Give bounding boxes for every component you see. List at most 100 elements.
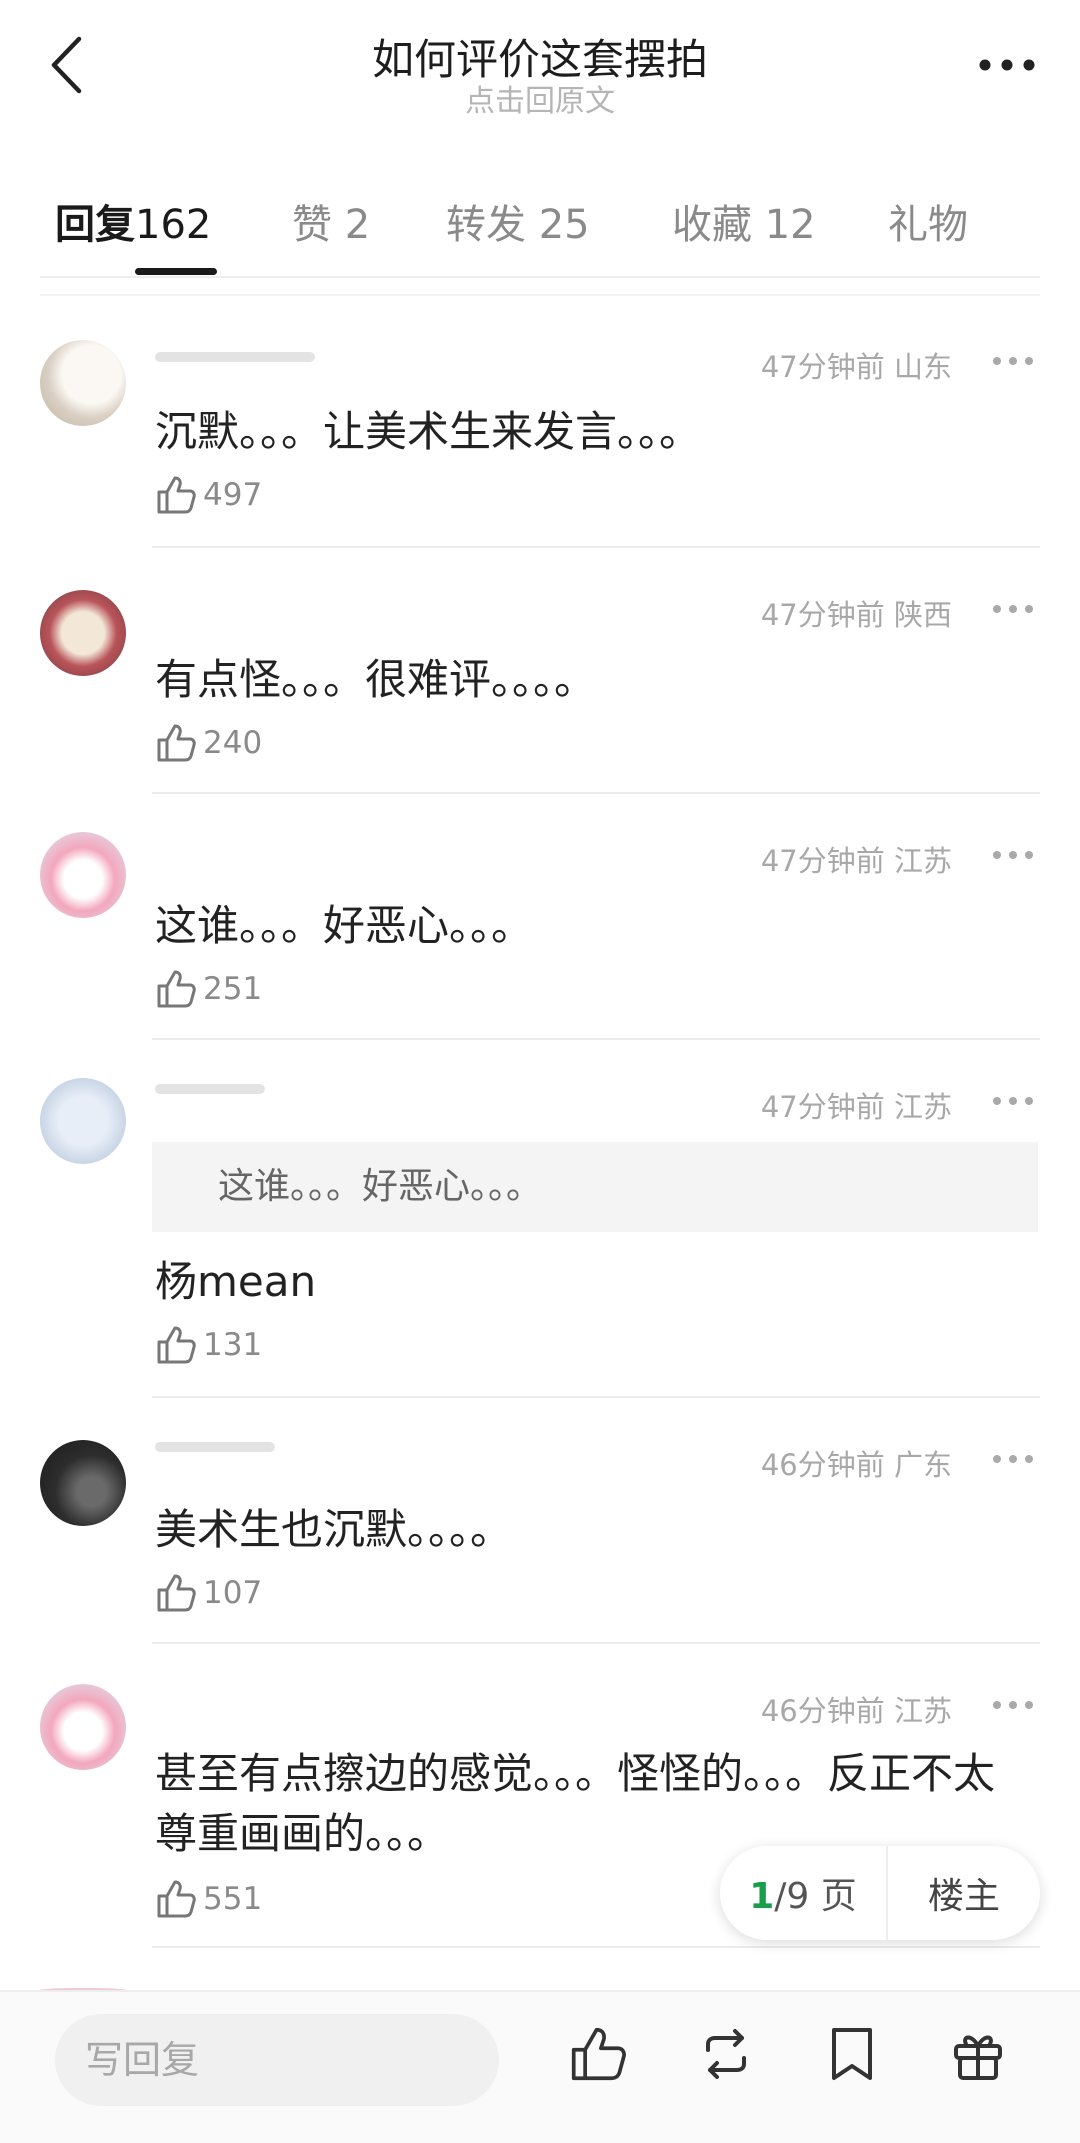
- bookmark-button[interactable]: [820, 2022, 884, 2086]
- divider: [152, 1038, 1040, 1040]
- comment-time: 47分钟前: [760, 350, 885, 384]
- avatar[interactable]: [40, 340, 126, 426]
- username-blurred[interactable]: [155, 352, 315, 362]
- avatar[interactable]: [40, 590, 126, 676]
- comment-location: 广东: [893, 1448, 952, 1482]
- page-suffix: 页: [820, 1876, 857, 1917]
- comment-time: 47分钟前: [760, 1090, 885, 1124]
- divider: [152, 1946, 1040, 1948]
- tab-likes[interactable]: 赞 2: [292, 192, 370, 250]
- username-blurred[interactable]: [155, 1442, 275, 1452]
- comment-like-button[interactable]: 551: [155, 1878, 262, 1920]
- poster-only-button[interactable]: 楼主: [888, 1867, 1040, 1919]
- bottom-action-bar: 写回复: [0, 1990, 1080, 2143]
- thumb-up-icon: [157, 1880, 196, 1918]
- tab-label: 礼物: [888, 202, 968, 248]
- comment-meta: 47分钟前 陕西: [761, 592, 952, 634]
- comment-more-button[interactable]: [988, 346, 1038, 376]
- like-button[interactable]: [566, 2022, 630, 2086]
- comment-text: 沉默。。。让美术生来发言。。。: [155, 407, 702, 456]
- like-count: 240: [203, 725, 263, 761]
- comment-like-button[interactable]: 251: [155, 968, 262, 1010]
- back-to-original-link[interactable]: 点击回原文: [0, 76, 1080, 120]
- comment-location: 陕西: [893, 598, 952, 632]
- more-dots-icon: [993, 357, 1033, 365]
- thumb-up-icon: [157, 1326, 196, 1364]
- thumb-up-icon: [157, 476, 196, 514]
- comment-more-button[interactable]: [988, 1086, 1038, 1116]
- avatar[interactable]: [40, 832, 126, 918]
- tab-count: 162: [135, 202, 212, 248]
- thumb-up-icon: [157, 1574, 196, 1612]
- top-nav-bar: 如何评价这套摆拍 点击回原文: [0, 0, 1080, 130]
- comment-like-button[interactable]: 107: [155, 1572, 262, 1614]
- reply-input[interactable]: 写回复: [55, 2014, 499, 2106]
- comment-time: 46分钟前: [760, 1694, 885, 1728]
- comment-like-button[interactable]: 131: [155, 1324, 262, 1366]
- tab-label: 赞: [292, 202, 332, 248]
- comment-more-button[interactable]: [988, 1444, 1038, 1474]
- thumb-up-icon: [571, 2027, 626, 2081]
- tab-reposts[interactable]: 转发 25: [446, 192, 590, 250]
- comment-location: 山东: [893, 350, 952, 384]
- more-dots-icon: [993, 1701, 1033, 1709]
- divider: [152, 1642, 1040, 1644]
- comment-time: 47分钟前: [760, 598, 885, 632]
- avatar[interactable]: [40, 1078, 126, 1164]
- page-navigator: 1/9 页 楼主: [720, 1846, 1040, 1940]
- gift-button[interactable]: [946, 2022, 1010, 2086]
- more-options-button[interactable]: [972, 42, 1042, 88]
- comment-text: 有点怪。。。很难评。。。。: [155, 655, 597, 704]
- more-dots-icon: [993, 1097, 1033, 1105]
- username-blurred[interactable]: [155, 1084, 265, 1094]
- divider: [152, 546, 1040, 548]
- tab-bar: 回复162 赞 2 转发 25 收藏 12 礼物: [40, 182, 1040, 282]
- comment-time: 46分钟前: [760, 1448, 885, 1482]
- tab-label: 收藏: [672, 202, 752, 248]
- comment-like-button[interactable]: 240: [155, 722, 262, 764]
- comment-meta: 47分钟前 江苏: [761, 1084, 952, 1126]
- tab-label: 转发: [446, 202, 526, 248]
- divider: [152, 792, 1040, 794]
- thumb-up-icon: [157, 970, 196, 1008]
- more-dots-icon: [993, 1455, 1033, 1463]
- tab-favorites[interactable]: 收藏 12: [672, 192, 816, 250]
- like-count: 497: [203, 477, 263, 513]
- tab-count: 25: [538, 202, 590, 248]
- comment-meta: 46分钟前 江苏: [761, 1688, 952, 1730]
- comment-text: 杨mean: [155, 1257, 317, 1306]
- divider: [40, 276, 1040, 278]
- repost-button[interactable]: [694, 2022, 758, 2086]
- avatar[interactable]: [40, 1684, 126, 1770]
- more-dots-icon: [979, 59, 1035, 71]
- active-tab-indicator: [135, 268, 217, 275]
- like-count: 551: [203, 1881, 263, 1917]
- comment-location: 江苏: [893, 844, 952, 878]
- comment-time: 47分钟前: [760, 844, 885, 878]
- like-count: 131: [203, 1327, 263, 1363]
- thumb-up-icon: [157, 724, 196, 762]
- comment-location: 江苏: [893, 1090, 952, 1124]
- comment-more-button[interactable]: [988, 594, 1038, 624]
- comment-more-button[interactable]: [988, 1690, 1038, 1720]
- tab-replies[interactable]: 回复162: [55, 192, 211, 250]
- tab-count: 12: [764, 202, 816, 248]
- repost-icon: [706, 2029, 746, 2079]
- comment-text: 这谁。。。好恶心。。。: [155, 901, 534, 950]
- tab-label: 回复: [55, 202, 135, 248]
- comment-meta: 47分钟前 山东: [761, 344, 952, 386]
- page-indicator-button[interactable]: 1/9 页: [720, 1867, 886, 1919]
- divider: [40, 294, 1040, 296]
- comment-location: 江苏: [893, 1694, 952, 1728]
- comment-meta: 47分钟前 江苏: [761, 838, 952, 880]
- divider: [152, 1396, 1040, 1398]
- avatar[interactable]: [40, 1440, 126, 1526]
- bookmark-icon: [832, 2028, 872, 2080]
- comment-more-button[interactable]: [988, 840, 1038, 870]
- comment-text: 美术生也沉默。。。。: [155, 1505, 513, 1554]
- quoted-reply[interactable]: 这谁。。。好恶心。。。: [152, 1142, 1038, 1232]
- comment-like-button[interactable]: 497: [155, 474, 262, 516]
- tab-gifts[interactable]: 礼物: [888, 192, 968, 250]
- current-page: 1: [749, 1876, 775, 1917]
- total-pages: /9: [774, 1876, 810, 1917]
